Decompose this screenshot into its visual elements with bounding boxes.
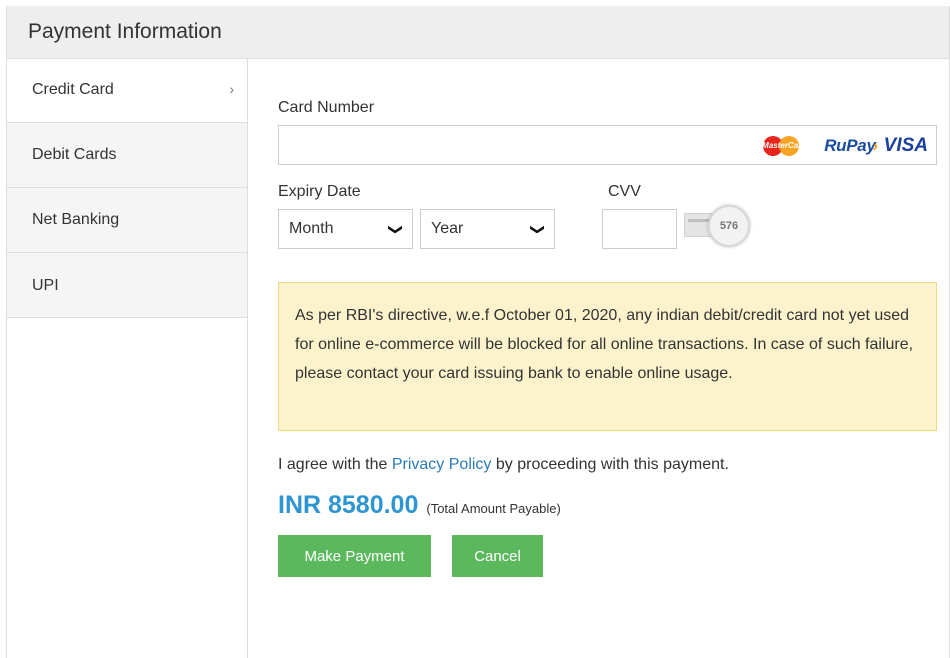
card-number-label: Card Number	[278, 99, 375, 116]
card-brand-logos: MasterCard RuPay› VISA	[760, 135, 928, 157]
payment-method-sidebar: Credit Card › Debit Cards Net Banking UP…	[7, 59, 248, 658]
sidebar-item-upi[interactable]: UPI	[7, 253, 247, 318]
chevron-right-icon: ›	[229, 81, 234, 97]
total-amount: INR 8580.00	[278, 491, 419, 519]
visa-logo: VISA	[883, 135, 928, 156]
cvv-sample: 576	[708, 205, 750, 247]
panel-header: Payment Information	[7, 6, 949, 59]
cvv-input[interactable]	[602, 209, 677, 249]
credit-card-form: Card Number MasterCard RuPay› VISA Expir…	[278, 59, 949, 658]
sidebar-item-net-banking[interactable]: Net Banking	[7, 188, 247, 253]
agreement-prefix: I agree with the	[278, 456, 392, 473]
privacy-policy-link[interactable]: Privacy Policy	[392, 456, 492, 473]
mastercard-logo: MasterCard	[760, 135, 808, 157]
notice-text: As per RBI's directive, w.e.f October 01…	[295, 307, 914, 382]
sidebar-item-label: Debit Cards	[32, 146, 117, 163]
expiry-month-select[interactable]: Month ❯	[278, 209, 413, 249]
rbi-notice: As per RBI's directive, w.e.f October 01…	[278, 282, 937, 431]
cvv-label: CVV	[608, 183, 641, 200]
amount-row: INR 8580.00 (Total Amount Payable)	[278, 491, 561, 520]
sidebar-item-credit-card[interactable]: Credit Card ›	[7, 59, 247, 123]
cancel-button[interactable]: Cancel	[452, 535, 543, 577]
amount-note: (Total Amount Payable)	[426, 501, 561, 516]
expiry-year-select[interactable]: Year ❯	[420, 209, 555, 249]
chevron-down-icon: ❯	[388, 223, 405, 236]
agreement-text: I agree with the Privacy Policy by proce…	[278, 456, 729, 474]
sidebar-item-debit-cards[interactable]: Debit Cards	[7, 123, 247, 188]
agreement-suffix: by proceeding with this payment.	[491, 456, 729, 473]
expiry-year-value: Year	[431, 220, 464, 237]
rupay-logo: RuPay›	[824, 136, 878, 155]
sidebar-item-label: Net Banking	[32, 211, 120, 228]
card-number-input[interactable]: MasterCard RuPay› VISA	[278, 125, 937, 165]
chevron-down-icon: ❯	[530, 223, 547, 236]
cvv-card-icon: 576	[682, 201, 762, 251]
page-title: Payment Information	[28, 20, 222, 43]
sidebar-item-label: Credit Card	[32, 81, 114, 98]
expiry-date-label: Expiry Date	[278, 183, 361, 200]
payment-panel: Payment Information Credit Card › Debit …	[6, 6, 950, 658]
expiry-month-value: Month	[289, 220, 334, 237]
make-payment-button[interactable]: Make Payment	[278, 535, 431, 577]
sidebar-item-label: UPI	[32, 277, 59, 294]
